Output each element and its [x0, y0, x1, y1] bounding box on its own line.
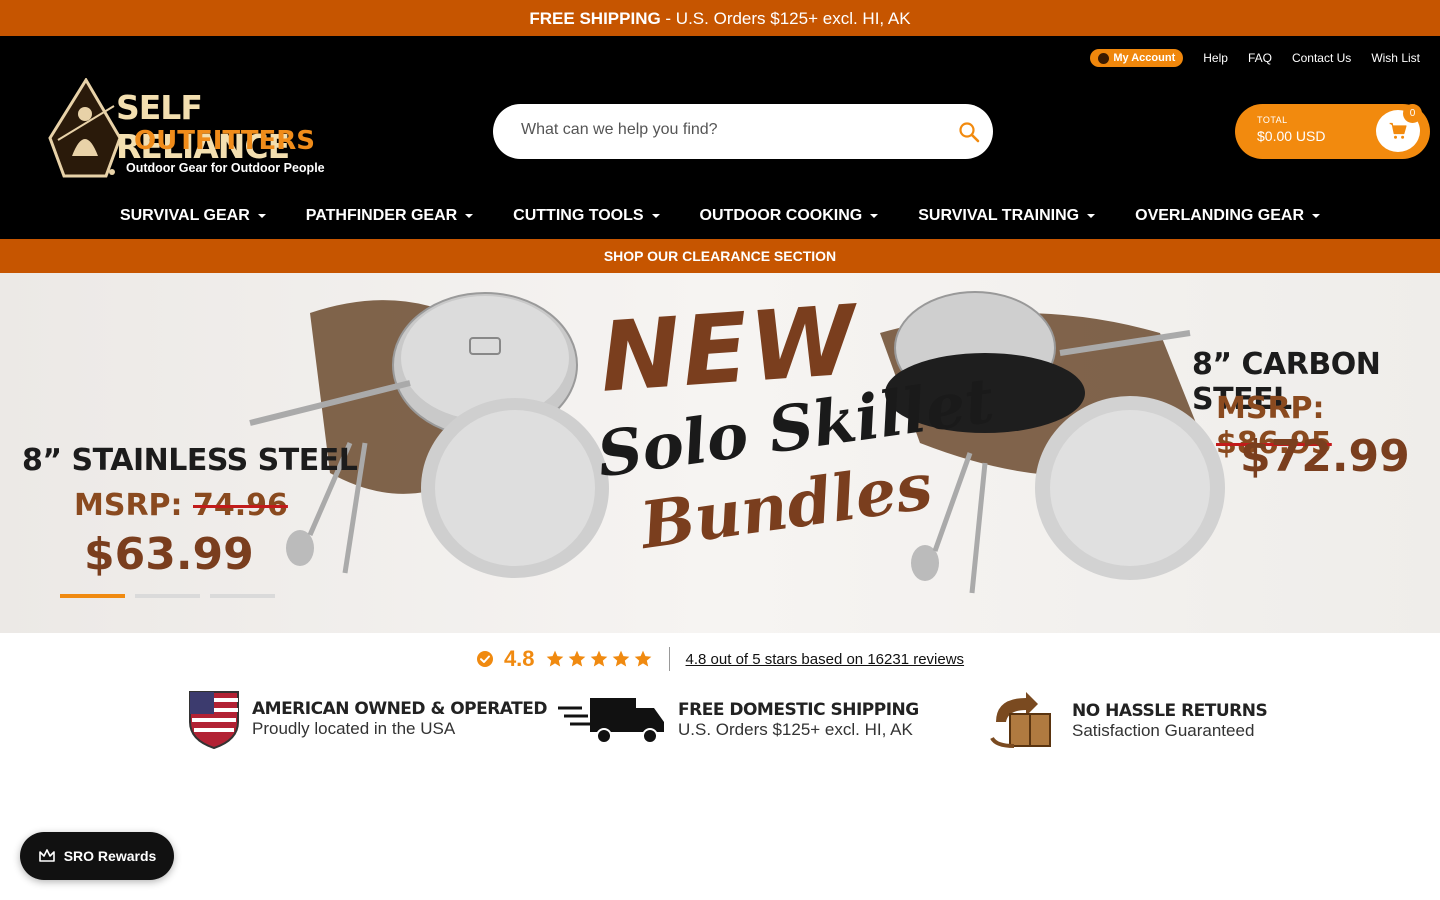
star-rating [545, 649, 653, 669]
user-icon [1098, 52, 1110, 64]
site-header: My Account Help FAQ Contact Us Wish List… [0, 36, 1440, 239]
crown-icon [38, 849, 55, 862]
nav-label: SURVIVAL GEAR [119, 207, 250, 224]
badge-subtitle: U.S. Orders $125+ excl. HI, AK [678, 720, 913, 739]
nav-survival-gear[interactable]: SURVIVAL GEAR [120, 199, 266, 233]
hero-carousel[interactable]: 8” STAINLESS STEEL MSRP: 74.96 $63.99 NE… [0, 273, 1440, 633]
star-icon [546, 650, 563, 667]
announcement-bar: FREE SHIPPING - U.S. Orders $125+ excl. … [0, 0, 1440, 36]
divider [668, 647, 670, 671]
caret-down-icon [1312, 214, 1321, 218]
badge-title: FREE DOMESTIC SHIPPING [678, 700, 919, 720]
verified-check-icon [476, 651, 493, 667]
badge-free-shipping: FREE DOMESTIC SHIPPING U.S. Orders $125+… [558, 694, 919, 746]
nav-label: PATHFINDER GEAR [305, 207, 458, 224]
nav-overlanding-gear[interactable]: OVERLANDING GEAR [1135, 199, 1321, 233]
announcement-bold: FREE SHIPPING [529, 9, 661, 28]
us-flag-shield-icon [189, 691, 239, 750]
badge-subtitle: Proudly located in the USA [252, 719, 456, 738]
help-link[interactable]: Help [1203, 51, 1228, 65]
delivery-truck-icon [558, 698, 664, 744]
badge-title: AMERICAN OWNED & OPERATED [252, 699, 547, 719]
my-account-link[interactable]: My Account [1090, 49, 1184, 67]
carousel-dot[interactable] [135, 594, 200, 598]
msrp-label: MSRP: [74, 488, 183, 523]
nav-label: OVERLANDING GEAR [1135, 207, 1305, 224]
badge-no-hassle-returns: NO HASSLE RETURNS Satisfaction Guarantee… [986, 692, 1268, 750]
clearance-banner[interactable]: SHOP OUR CLEARANCE SECTION [0, 239, 1440, 273]
search-bar [493, 104, 993, 159]
badge-subtitle: Satisfaction Guaranteed [1072, 721, 1255, 740]
shopping-cart-icon [1389, 122, 1407, 139]
utility-nav: My Account Help FAQ Contact Us Wish List [1090, 49, 1420, 67]
nav-label: OUTDOOR COOKING [699, 207, 863, 224]
nav-outdoor-cooking[interactable]: OUTDOOR COOKING [700, 199, 879, 233]
main-nav: SURVIVAL GEAR PATHFINDER GEAR CUTTING TO… [0, 199, 1440, 233]
badge-title: NO HASSLE RETURNS [1072, 701, 1268, 721]
wishlist-link[interactable]: Wish List [1371, 51, 1420, 65]
cart-count-badge: 0 [1403, 104, 1422, 123]
badge-american-owned: AMERICAN OWNED & OPERATED Proudly locate… [186, 688, 547, 750]
cart-widget[interactable]: TOTAL $0.00 USD 0 [1235, 104, 1430, 159]
return-box-icon [990, 692, 1051, 748]
site-logo[interactable]: SELF RELIANCE OUTFITTERS Outdoor Gear fo… [46, 78, 336, 178]
star-icon [612, 650, 629, 667]
carousel-dot[interactable] [210, 594, 275, 598]
star-icon [568, 650, 585, 667]
contact-link[interactable]: Contact Us [1292, 51, 1351, 65]
logo-tagline: Outdoor Gear for Outdoor People [126, 161, 325, 175]
search-input[interactable] [521, 121, 941, 139]
nav-survival-training[interactable]: SURVIVAL TRAINING [918, 199, 1096, 233]
msrp-label: MSRP: [1216, 391, 1325, 426]
rating-score: 4.8 [503, 646, 535, 671]
hero-left-title: 8” STAINLESS STEEL [22, 443, 358, 478]
caret-down-icon [465, 214, 474, 218]
nav-label: CUTTING TOOLS [513, 207, 644, 224]
carousel-indicators [60, 594, 275, 598]
caret-down-icon [651, 214, 660, 218]
hero-right-price: $72.99 [1240, 431, 1410, 482]
trust-badges: AMERICAN OWNED & OPERATED Proudly locate… [0, 688, 1440, 754]
rewards-launcher-button[interactable]: SRO Rewards [20, 832, 174, 880]
announcement-text: - U.S. Orders $125+ excl. HI, AK [660, 9, 911, 28]
arrowhead-logo-icon [48, 78, 122, 178]
nav-cutting-tools[interactable]: CUTTING TOOLS [513, 199, 660, 233]
logo-text-secondary: OUTFITTERS [134, 126, 315, 156]
star-icon [590, 650, 607, 667]
caret-down-icon [870, 214, 879, 218]
caret-down-icon [1087, 214, 1096, 218]
carousel-dot[interactable] [60, 594, 125, 598]
cart-total-value: $0.00 USD [1257, 128, 1326, 144]
nav-pathfinder-gear[interactable]: PATHFINDER GEAR [305, 199, 474, 233]
cart-total-label: TOTAL [1257, 115, 1288, 125]
caret-down-icon [257, 214, 266, 218]
hero-left-msrp: MSRP: 74.96 [74, 488, 288, 523]
rewards-label: SRO Rewards [63, 848, 157, 864]
nav-label: SURVIVAL TRAINING [918, 207, 1080, 224]
hero-left-price: $63.99 [84, 529, 254, 580]
faq-link[interactable]: FAQ [1248, 51, 1272, 65]
my-account-label: My Account [1113, 52, 1176, 64]
star-icon [634, 650, 651, 667]
search-icon[interactable] [957, 120, 981, 144]
msrp-value: 74.96 [193, 488, 288, 523]
reviews-link[interactable]: 4.8 out of 5 stars based on 16231 review… [686, 651, 965, 668]
rating-summary: 4.8 4.8 out of 5 stars based on 16231 re… [0, 645, 1440, 673]
